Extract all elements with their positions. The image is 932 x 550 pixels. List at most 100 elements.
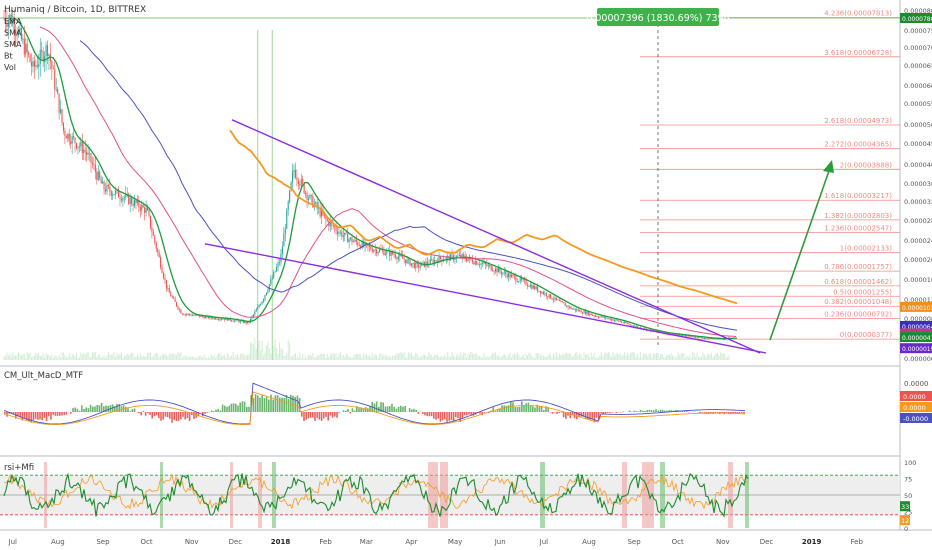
macd-bar: [296, 395, 299, 412]
time-tick-label: Sep: [96, 538, 110, 546]
fib-level-label: 0.236(0.00000792): [824, 310, 892, 318]
candle-body: [603, 316, 605, 318]
macd-bar: [158, 412, 160, 419]
indicator-label[interactable]: SMA: [4, 40, 22, 49]
volume-bar: [215, 357, 217, 360]
candle-body: [286, 210, 288, 229]
candle-body: [129, 198, 131, 204]
candle-body: [358, 245, 360, 247]
candle-body: [429, 259, 431, 265]
macd-bar: [411, 409, 413, 412]
volume-bar: [599, 355, 601, 360]
macd-bar: [149, 412, 151, 415]
candle-body: [344, 232, 346, 236]
volume-bar: [303, 357, 305, 360]
volume-bar: [419, 356, 421, 360]
volume-bar: [524, 357, 526, 360]
macd-bar: [518, 406, 521, 412]
indicator-label[interactable]: Bt: [4, 52, 13, 61]
volume-bar: [287, 339, 289, 360]
volume-bar: [136, 354, 138, 360]
candle-body: [184, 314, 186, 315]
volume-bar: [9, 354, 11, 360]
measure-callout[interactable]: 0.00007396 (1830.69%) 7396: [586, 8, 730, 26]
macd-bar: [268, 399, 270, 412]
indicator-label[interactable]: EMA: [4, 17, 22, 26]
volume-bar: [167, 356, 169, 360]
macd-bar: [408, 408, 411, 412]
macd-bar: [543, 410, 545, 412]
volume-bar: [495, 352, 497, 360]
volume-bar: [406, 357, 408, 360]
volume-bar: [519, 357, 521, 360]
volume-bar: [273, 345, 275, 360]
candle-body: [458, 254, 460, 256]
volume-bar: [618, 355, 620, 360]
candle-body: [54, 69, 56, 90]
volume-bar: [180, 352, 182, 360]
candle-body: [287, 201, 289, 211]
candle-body: [234, 320, 236, 322]
volume-bar: [176, 354, 178, 360]
candle-body: [625, 321, 627, 324]
volume-bar: [355, 354, 357, 360]
indicator-label[interactable]: Vol: [4, 63, 16, 72]
volume-bar: [228, 355, 230, 360]
volume-bar: [637, 353, 639, 360]
volume-bar: [192, 356, 193, 360]
volume-bar: [473, 354, 475, 360]
volume-bar: [232, 352, 234, 360]
volume-bar: [518, 354, 520, 360]
candle-body: [571, 308, 573, 310]
volume-bar: [455, 355, 457, 360]
macd-bar: [309, 412, 312, 418]
candle-body: [347, 233, 349, 243]
candle-body: [142, 205, 144, 208]
volume-bar: [258, 340, 260, 360]
volume-bar: [525, 353, 527, 360]
volume-bar: [354, 354, 356, 360]
volume-bar: [337, 357, 338, 360]
rsi-signal-column: [660, 462, 665, 528]
indicator-label[interactable]: SMA: [4, 29, 22, 38]
macd-bar: [428, 412, 431, 417]
volume-bar: [57, 357, 59, 360]
candle-body: [112, 194, 114, 196]
volume-bar: [158, 357, 160, 360]
macd-bar: [448, 412, 450, 421]
candle-body: [338, 232, 340, 234]
volume-bar: [106, 355, 108, 360]
volume-bar: [344, 356, 346, 360]
volume-bar: [279, 342, 280, 360]
macd-bar: [331, 412, 334, 418]
macd-bar: [239, 402, 241, 412]
macd-bar: [76, 408, 79, 412]
macd-bar: [151, 412, 153, 419]
volume-bar: [149, 352, 151, 360]
candle-body: [506, 273, 508, 278]
macd-bar: [237, 405, 239, 412]
volume-bar: [666, 354, 668, 360]
volume-bar: [505, 355, 507, 360]
volume-bar: [706, 353, 708, 360]
volume-bar: [155, 352, 157, 360]
macd-bar: [252, 397, 255, 412]
macd-bar: [272, 399, 274, 412]
volume-bar: [509, 352, 511, 360]
price-tick-label: 0.00007500: [904, 27, 932, 35]
rsi-signal-column: [160, 462, 163, 528]
price-tick-label: 0.00007000: [904, 44, 932, 52]
candle-body: [238, 320, 240, 323]
volume-bar: [216, 354, 218, 360]
macd-bar: [606, 412, 609, 414]
time-tick-label: Nov: [716, 538, 730, 546]
volume-bar: [45, 353, 47, 360]
volume-bar: [22, 354, 24, 360]
candle-body: [547, 296, 549, 298]
volume-bar: [310, 355, 312, 360]
volume-bar: [461, 355, 463, 360]
macd-bar: [615, 412, 618, 414]
volume-bar: [693, 353, 695, 360]
fib-level-label: 0.5(0.00001255): [833, 288, 892, 296]
candle-body: [616, 319, 618, 321]
